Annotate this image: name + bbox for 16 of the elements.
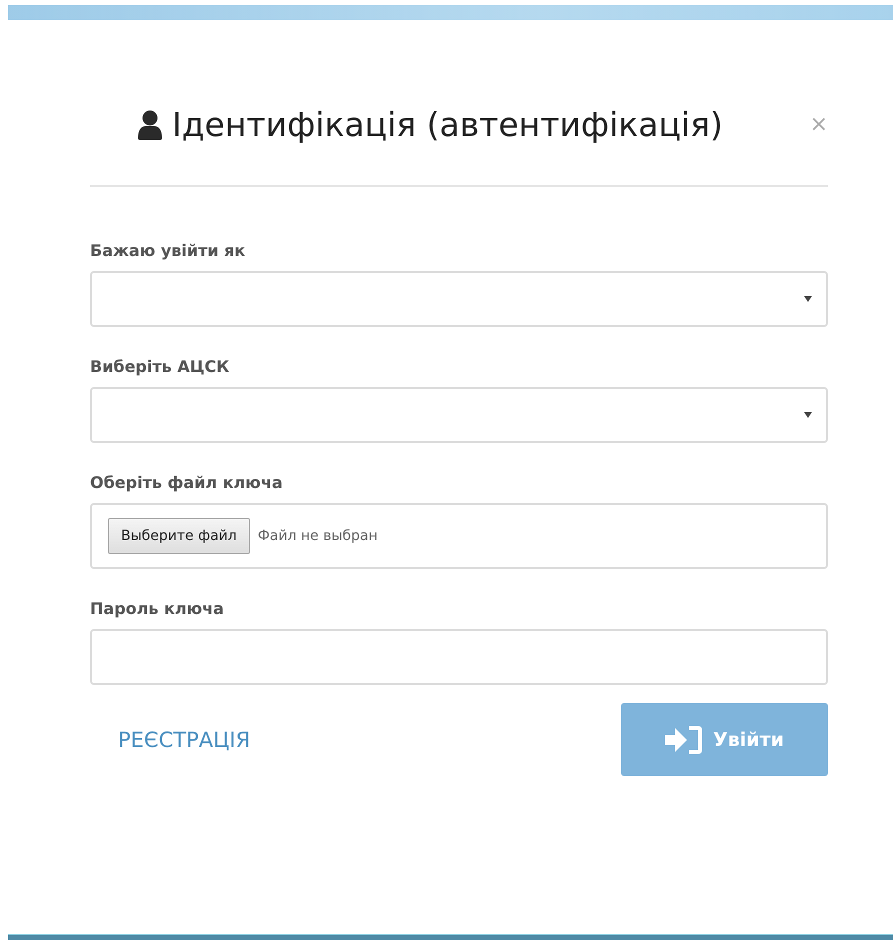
field-label: Бажаю увійти як bbox=[90, 240, 246, 262]
file-status: Файл не выбран bbox=[258, 528, 378, 544]
caret-icon bbox=[804, 296, 812, 302]
field-label: Виберіть АЦСК bbox=[90, 356, 230, 378]
choose-file-button[interactable]: Выберите файл bbox=[108, 518, 250, 554]
register-link[interactable]: РЕЄСТРАЦІЯ bbox=[118, 728, 250, 752]
field-label: Оберіть файл ключа bbox=[90, 472, 284, 494]
close-button[interactable]: × bbox=[810, 112, 828, 137]
password-field[interactable] bbox=[90, 629, 828, 685]
login-icon bbox=[665, 724, 704, 754]
field-label: Пароль ключа bbox=[90, 598, 225, 620]
dropdown[interactable] bbox=[90, 387, 828, 443]
caret-icon bbox=[804, 412, 812, 418]
dialog-title: Ідентифікація (автентифікація) bbox=[172, 105, 723, 144]
user-icon bbox=[138, 110, 162, 140]
dropdown[interactable] bbox=[90, 271, 828, 327]
